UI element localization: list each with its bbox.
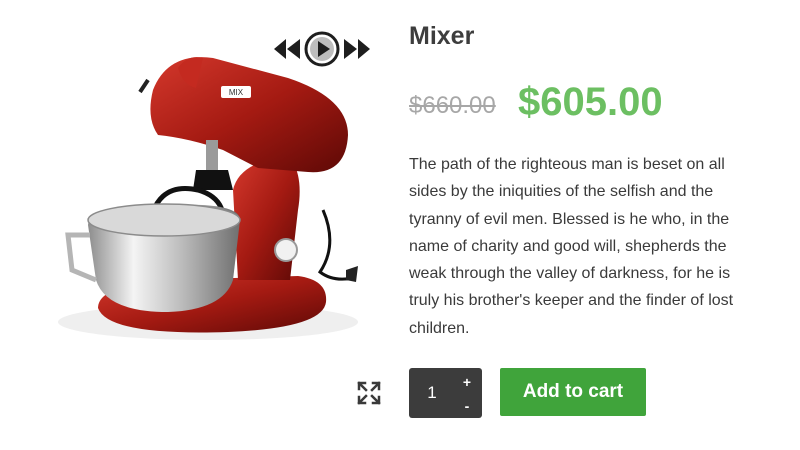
product-gallery: MIX: [0, 0, 390, 450]
quantity-input[interactable]: 1: [421, 368, 443, 418]
quantity-increase-button[interactable]: +: [460, 374, 474, 390]
product-description: The path of the righteous man is beset o…: [409, 156, 734, 337]
quantity-decrease-button[interactable]: -: [460, 398, 474, 414]
fullscreen-icon[interactable]: [356, 380, 382, 406]
old-price: $660.00: [409, 92, 496, 119]
product-badge: MIX: [229, 88, 244, 97]
product-image: MIX: [58, 57, 358, 340]
add-to-cart-button[interactable]: Add to cart: [500, 368, 646, 416]
sale-price: $605.00: [518, 80, 663, 124]
quantity-stepper: 1 + -: [409, 368, 482, 418]
product-title: Mixer: [409, 22, 475, 50]
